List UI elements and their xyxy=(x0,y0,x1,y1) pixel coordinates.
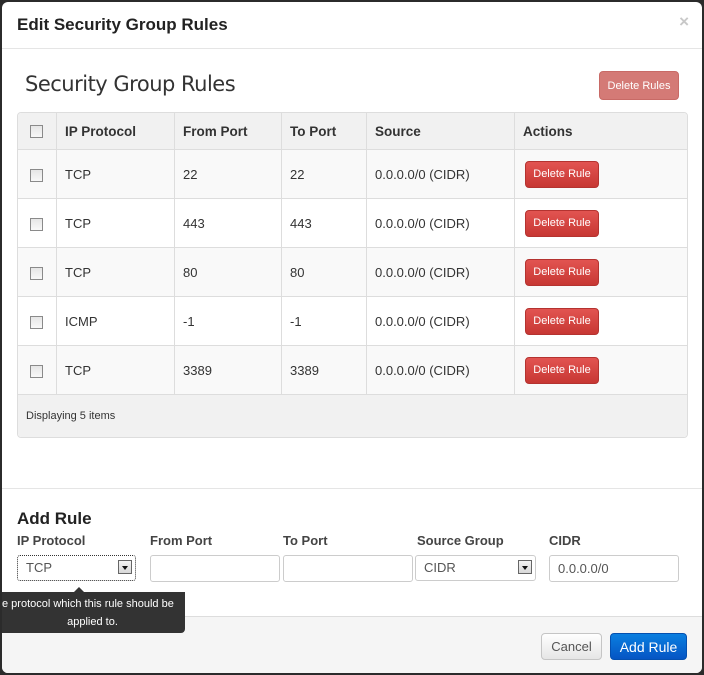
cell-from-port: 3389 xyxy=(174,345,282,395)
cell-to-port: 3389 xyxy=(281,345,367,395)
table-footer-count: Displaying 5 items xyxy=(18,395,687,437)
cell-from-port: 443 xyxy=(174,198,282,248)
delete-rule-button[interactable]: Delete Rule xyxy=(525,209,599,237)
cell-protocol: TCP xyxy=(56,198,175,248)
tooltip-text-line1: The protocol which this rule should be xyxy=(2,598,174,610)
delete-rules-button[interactable]: Delete Rules xyxy=(599,71,679,100)
close-icon[interactable]: × xyxy=(679,13,689,30)
cell-protocol: ICMP xyxy=(56,296,175,346)
cell-from-port: -1 xyxy=(174,296,282,346)
column-header-actions: Actions xyxy=(514,113,687,150)
section-divider xyxy=(2,488,702,489)
rules-table: IP Protocol From Port To Port Source Act… xyxy=(17,112,688,438)
ip-protocol-selected-value: TCP xyxy=(26,560,52,575)
cell-to-port: 443 xyxy=(281,198,367,248)
column-header-to-port[interactable]: To Port xyxy=(281,113,367,150)
to-port-label: To Port xyxy=(283,533,328,548)
chevron-down-icon[interactable] xyxy=(118,560,132,574)
section-title: Security Group Rules xyxy=(25,72,236,96)
to-port-input[interactable] xyxy=(283,555,413,582)
modal-header: Edit Security Group Rules × xyxy=(2,2,702,49)
add-rule-button[interactable]: Add Rule xyxy=(610,633,687,660)
cancel-button[interactable]: Cancel xyxy=(541,633,602,660)
cidr-label: CIDR xyxy=(549,533,581,548)
row-checkbox[interactable] xyxy=(30,315,43,329)
table-row: ICMP -1 -1 0.0.0.0/0 (CIDR) Delete Rule xyxy=(18,296,687,346)
ip-protocol-select[interactable]: TCP xyxy=(17,555,136,581)
cidr-input[interactable] xyxy=(549,555,679,582)
ip-protocol-tooltip: The protocol which this rule should be a… xyxy=(2,592,185,633)
add-rule-title: Add Rule xyxy=(17,509,92,528)
column-header-source[interactable]: Source xyxy=(366,113,515,150)
from-port-label: From Port xyxy=(150,533,213,548)
table-row: TCP 443 443 0.0.0.0/0 (CIDR) Delete Rule xyxy=(18,198,687,248)
cell-to-port: 80 xyxy=(281,247,367,297)
row-checkbox[interactable] xyxy=(30,217,43,231)
ip-protocol-label: IP Protocol xyxy=(17,533,86,548)
table-header-row: IP Protocol From Port To Port Source Act… xyxy=(18,113,687,150)
chevron-down-icon[interactable] xyxy=(518,560,532,574)
cell-to-port: 22 xyxy=(281,149,367,199)
cell-from-port: 22 xyxy=(174,149,282,199)
delete-rule-button[interactable]: Delete Rule xyxy=(525,356,599,384)
edit-security-group-rules-modal: Edit Security Group Rules × Security Gro… xyxy=(2,2,702,673)
cell-from-port: 80 xyxy=(174,247,282,297)
delete-rule-button[interactable]: Delete Rule xyxy=(525,258,599,286)
row-checkbox[interactable] xyxy=(30,364,43,378)
source-group-label: Source Group xyxy=(417,533,504,548)
tooltip-text-line2: applied to. xyxy=(67,616,118,628)
cell-protocol: TCP xyxy=(56,149,175,199)
cell-source: 0.0.0.0/0 (CIDR) xyxy=(366,149,515,199)
table-row: TCP 3389 3389 0.0.0.0/0 (CIDR) Delete Ru… xyxy=(18,345,687,395)
delete-rule-button[interactable]: Delete Rule xyxy=(525,307,599,335)
cell-protocol: TCP xyxy=(56,247,175,297)
cell-to-port: -1 xyxy=(281,296,367,346)
cell-protocol: TCP xyxy=(56,345,175,395)
cell-source: 0.0.0.0/0 (CIDR) xyxy=(366,296,515,346)
source-group-selected-value: CIDR xyxy=(424,560,456,575)
table-row: TCP 22 22 0.0.0.0/0 (CIDR) Delete Rule xyxy=(18,149,687,199)
select-all-checkbox[interactable] xyxy=(30,125,43,139)
modal-title: Edit Security Group Rules xyxy=(17,15,228,34)
from-port-input[interactable] xyxy=(150,555,280,582)
column-header-ip-protocol[interactable]: IP Protocol xyxy=(56,113,175,150)
delete-rule-button[interactable]: Delete Rule xyxy=(525,160,599,188)
cell-source: 0.0.0.0/0 (CIDR) xyxy=(366,345,515,395)
cell-source: 0.0.0.0/0 (CIDR) xyxy=(366,247,515,297)
row-checkbox[interactable] xyxy=(30,168,43,182)
column-header-from-port[interactable]: From Port xyxy=(174,113,282,150)
row-checkbox[interactable] xyxy=(30,266,43,280)
source-group-select[interactable]: CIDR xyxy=(415,555,536,581)
table-row: TCP 80 80 0.0.0.0/0 (CIDR) Delete Rule xyxy=(18,247,687,297)
cell-source: 0.0.0.0/0 (CIDR) xyxy=(366,198,515,248)
